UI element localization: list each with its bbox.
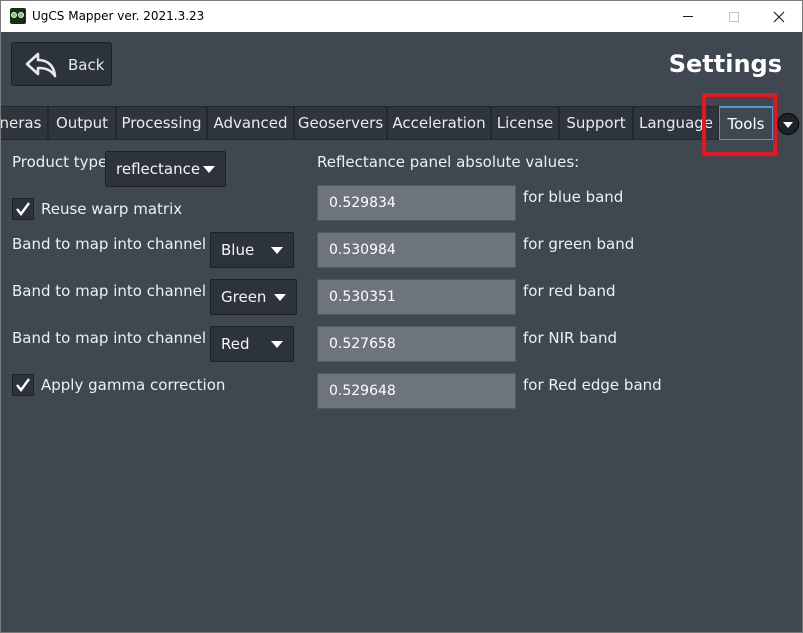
dropdown-arrow-icon <box>271 247 283 254</box>
checkmark-icon <box>16 202 30 216</box>
maximize-button[interactable] <box>711 1 757 32</box>
tab-output[interactable]: Output <box>48 106 116 140</box>
tab-advanced[interactable]: Advanced <box>207 106 294 140</box>
band2-label: Band to map into channel 2 <box>12 329 221 347</box>
app-icon <box>10 8 26 24</box>
tools-panel: Product type reflectance Reuse warp matr… <box>1 141 802 632</box>
band1-value: Green <box>221 288 267 306</box>
tab-geoservers[interactable]: Geoservers <box>294 106 387 140</box>
tab-acceleration[interactable]: Acceleration <box>387 106 491 140</box>
reflectance-blue-label: for blue band <box>523 188 624 206</box>
reuse-warp-checkbox[interactable] <box>12 198 34 220</box>
dropdown-arrow-icon <box>271 341 283 348</box>
band0-value: Blue <box>221 241 255 259</box>
settings-tabs: neras Output Processing Advanced Geoserv… <box>1 105 802 141</box>
reflectance-green-label: for green band <box>523 235 635 253</box>
reflectance-blue-input[interactable]: 0.529834 <box>317 185 516 221</box>
band1-select[interactable]: Green <box>210 279 297 315</box>
band2-value: Red <box>221 335 250 353</box>
title-bar: UgCS Mapper ver. 2021.3.23 <box>1 1 802 32</box>
back-button[interactable]: Back <box>11 42 112 86</box>
reflectance-red-edge-label: for Red edge band <box>523 376 662 394</box>
tab-cameras[interactable]: neras <box>1 106 48 140</box>
back-label: Back <box>68 56 105 74</box>
band1-label: Band to map into channel 1 <box>12 282 221 300</box>
dropdown-arrow-icon <box>274 294 286 301</box>
header: Back Settings <box>1 32 802 100</box>
band0-label: Band to map into channel 0 <box>12 235 221 253</box>
minimize-button[interactable] <box>665 1 711 32</box>
gamma-correction-label: Apply gamma correction <box>41 376 226 394</box>
dropdown-arrow-icon <box>203 166 215 173</box>
tab-license[interactable]: License <box>491 106 559 140</box>
close-button[interactable] <box>756 1 802 32</box>
tabs-scroll-button[interactable] <box>777 113 799 135</box>
page-title: Settings <box>668 50 782 78</box>
chevron-down-icon <box>783 122 793 128</box>
reflectance-red-input[interactable]: 0.530351 <box>317 279 516 315</box>
product-type-label: Product type <box>12 153 108 171</box>
app-window: UgCS Mapper ver. 2021.3.23 Back Settings… <box>0 0 803 633</box>
reuse-warp-label: Reuse warp matrix <box>41 200 183 218</box>
band2-select[interactable]: Red <box>210 326 294 362</box>
reflectance-red-label: for red band <box>523 282 616 300</box>
product-type-value: reflectance <box>116 160 201 178</box>
back-arrow-icon <box>25 52 57 78</box>
reflectance-nir-label: for NIR band <box>523 329 617 347</box>
reflectance-nir-input[interactable]: 0.527658 <box>317 326 516 362</box>
minimize-icon <box>683 16 693 17</box>
band0-select[interactable]: Blue <box>210 232 294 268</box>
reflectance-green-input[interactable]: 0.530984 <box>317 232 516 268</box>
tab-support[interactable]: Support <box>559 106 633 140</box>
close-icon <box>773 11 785 22</box>
window-title: UgCS Mapper ver. 2021.3.23 <box>32 9 205 23</box>
checkmark-icon <box>16 378 30 392</box>
reflectance-title: Reflectance panel absolute values: <box>317 153 580 171</box>
product-type-select[interactable]: reflectance <box>105 151 226 187</box>
maximize-icon <box>729 11 739 22</box>
reflectance-red-edge-input[interactable]: 0.529648 <box>317 373 516 409</box>
gamma-correction-checkbox[interactable] <box>12 374 34 396</box>
tab-processing[interactable]: Processing <box>116 106 207 140</box>
